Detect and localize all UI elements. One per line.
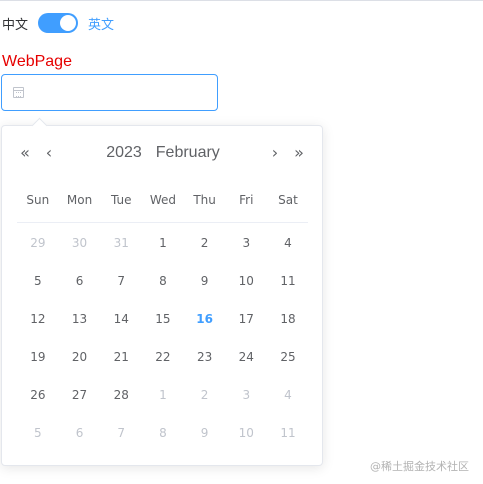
day-cell-today[interactable]: 16 bbox=[184, 300, 226, 338]
day-cell[interactable]: 11 bbox=[267, 262, 309, 300]
day-cell[interactable]: 11 bbox=[267, 414, 309, 452]
date-input-field[interactable] bbox=[32, 75, 212, 110]
day-cell[interactable]: 23 bbox=[184, 338, 226, 376]
weekday-header: Sun Mon Tue Wed Thu Fri Sat bbox=[17, 193, 309, 213]
picker-year-label[interactable]: 2023 bbox=[106, 144, 142, 162]
day-cell[interactable]: 17 bbox=[225, 300, 267, 338]
day-cell[interactable]: 9 bbox=[184, 414, 226, 452]
weekday-label: Wed bbox=[149, 193, 176, 207]
date-picker-input[interactable] bbox=[1, 74, 218, 111]
week-row: 5 6 7 8 9 10 11 bbox=[17, 262, 309, 300]
day-cell[interactable]: 19 bbox=[17, 338, 59, 376]
day-cell[interactable]: 15 bbox=[142, 300, 184, 338]
day-grid: 29 30 31 1 2 3 4 5 6 7 8 9 10 11 12 13 14 15 16 17 18 19 20 21 2… bbox=[17, 224, 309, 452]
weekday-label: Sun bbox=[26, 193, 50, 207]
weekday-label: Tue bbox=[110, 193, 132, 207]
prev-month-icon[interactable]: ‹ bbox=[41, 140, 57, 164]
day-cell[interactable]: 1 bbox=[142, 224, 184, 262]
language-toggle-row: 中文 英文 bbox=[2, 11, 114, 35]
day-cell[interactable]: 3 bbox=[225, 224, 267, 262]
day-cell[interactable]: 14 bbox=[100, 300, 142, 338]
prev-year-icon[interactable]: « bbox=[17, 140, 33, 164]
day-cell[interactable]: 18 bbox=[267, 300, 309, 338]
day-cell[interactable]: 22 bbox=[142, 338, 184, 376]
day-cell[interactable]: 25 bbox=[267, 338, 309, 376]
day-cell[interactable]: 8 bbox=[142, 262, 184, 300]
lang-chinese-label: 中文 bbox=[2, 17, 29, 33]
weekday-label: Thu bbox=[193, 193, 216, 207]
day-cell[interactable]: 9 bbox=[184, 262, 226, 300]
day-cell[interactable]: 20 bbox=[59, 338, 101, 376]
weekday-divider bbox=[17, 222, 308, 223]
weekday-label: Mon bbox=[66, 193, 93, 207]
day-cell[interactable]: 1 bbox=[142, 376, 184, 414]
next-year-icon[interactable]: » bbox=[291, 140, 307, 164]
switch-knob bbox=[60, 15, 77, 31]
day-cell[interactable]: 6 bbox=[59, 262, 101, 300]
week-row: 12 13 14 15 16 17 18 bbox=[17, 300, 309, 338]
day-cell[interactable]: 3 bbox=[225, 376, 267, 414]
week-row: 26 27 28 1 2 3 4 bbox=[17, 376, 309, 414]
week-row: 29 30 31 1 2 3 4 bbox=[17, 224, 309, 262]
picker-month-label[interactable]: February bbox=[156, 144, 220, 162]
day-cell[interactable]: 4 bbox=[267, 376, 309, 414]
day-cell[interactable]: 4 bbox=[267, 224, 309, 262]
week-row: 19 20 21 22 23 24 25 bbox=[17, 338, 309, 376]
day-cell[interactable]: 7 bbox=[100, 414, 142, 452]
watermark: @稀土掘金技术社区 bbox=[370, 460, 469, 473]
language-switch[interactable] bbox=[38, 13, 79, 33]
day-cell[interactable]: 8 bbox=[142, 414, 184, 452]
week-row: 5 6 7 8 9 10 11 bbox=[17, 414, 309, 452]
day-cell[interactable]: 7 bbox=[100, 262, 142, 300]
day-cell[interactable]: 27 bbox=[59, 376, 101, 414]
calendar-icon bbox=[13, 87, 24, 98]
day-cell[interactable]: 5 bbox=[17, 414, 59, 452]
day-cell[interactable]: 29 bbox=[17, 224, 59, 262]
day-cell[interactable]: 21 bbox=[100, 338, 142, 376]
day-cell[interactable]: 10 bbox=[225, 414, 267, 452]
day-cell[interactable]: 30 bbox=[59, 224, 101, 262]
day-cell[interactable]: 10 bbox=[225, 262, 267, 300]
weekday-label: Fri bbox=[239, 193, 254, 207]
day-cell[interactable]: 12 bbox=[17, 300, 59, 338]
top-divider bbox=[0, 0, 483, 1]
day-cell[interactable]: 2 bbox=[184, 376, 226, 414]
day-cell[interactable]: 13 bbox=[59, 300, 101, 338]
day-cell[interactable]: 26 bbox=[17, 376, 59, 414]
day-cell[interactable]: 2 bbox=[184, 224, 226, 262]
day-cell[interactable]: 6 bbox=[59, 414, 101, 452]
day-cell[interactable]: 28 bbox=[100, 376, 142, 414]
day-cell[interactable]: 5 bbox=[17, 262, 59, 300]
day-cell[interactable]: 24 bbox=[225, 338, 267, 376]
weekday-label: Sat bbox=[278, 193, 298, 207]
picker-header: 2023 February bbox=[60, 141, 266, 165]
day-cell[interactable]: 31 bbox=[100, 224, 142, 262]
lang-english-label: 英文 bbox=[88, 17, 115, 33]
next-month-icon[interactable]: › bbox=[267, 140, 283, 164]
page-label: WebPage bbox=[2, 53, 72, 70]
